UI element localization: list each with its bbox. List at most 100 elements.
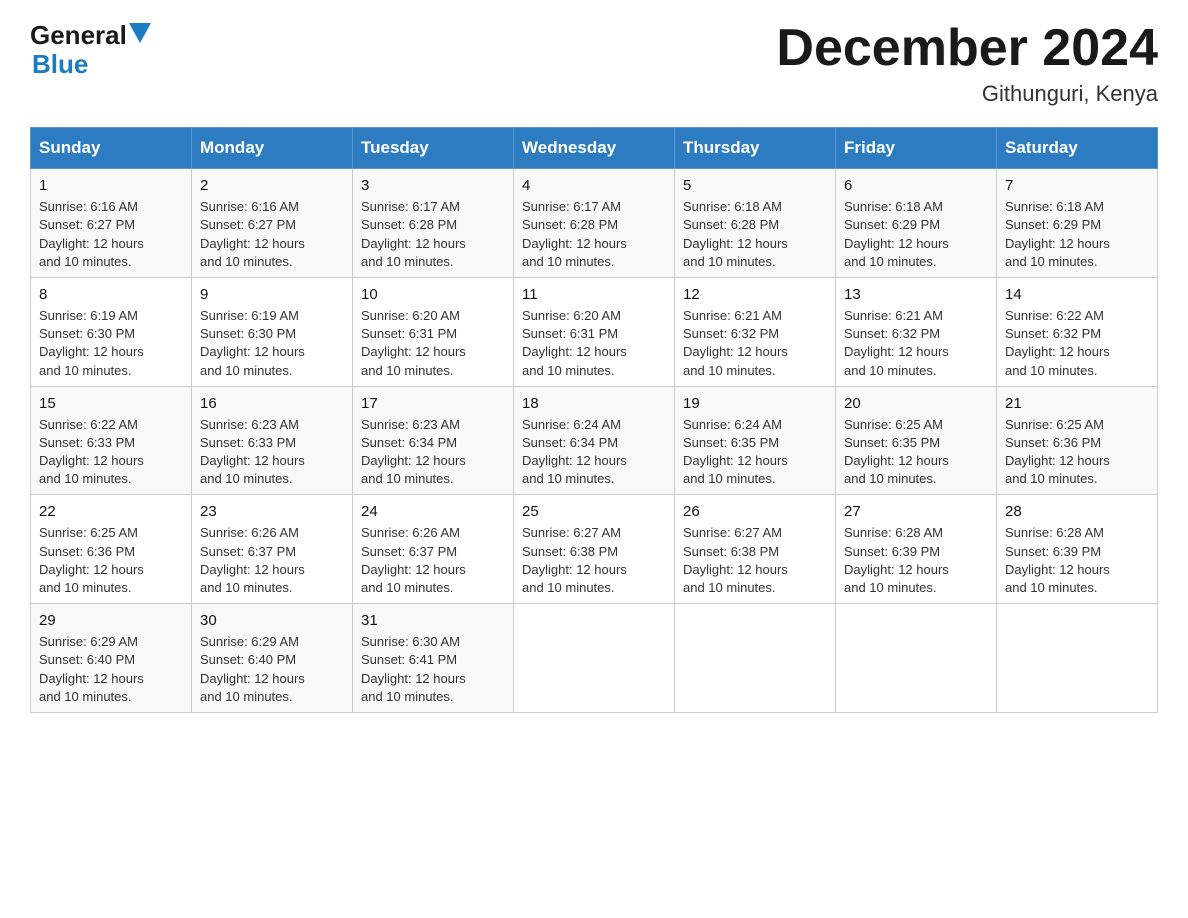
day-number: 15 (39, 393, 183, 414)
table-row: 7 Sunrise: 6:18 AMSunset: 6:29 PMDayligh… (997, 169, 1158, 278)
day-number: 14 (1005, 284, 1149, 305)
day-number: 30 (200, 610, 344, 631)
day-number: 9 (200, 284, 344, 305)
table-row: 29 Sunrise: 6:29 AMSunset: 6:40 PMDaylig… (31, 604, 192, 713)
day-number: 28 (1005, 501, 1149, 522)
day-info: Sunrise: 6:24 AMSunset: 6:34 PMDaylight:… (522, 417, 627, 487)
col-monday: Monday (192, 128, 353, 169)
day-info: Sunrise: 6:29 AMSunset: 6:40 PMDaylight:… (200, 634, 305, 704)
calendar-header-row: Sunday Monday Tuesday Wednesday Thursday… (31, 128, 1158, 169)
day-number: 7 (1005, 175, 1149, 196)
day-number: 16 (200, 393, 344, 414)
day-info: Sunrise: 6:18 AMSunset: 6:28 PMDaylight:… (683, 199, 788, 269)
day-number: 11 (522, 284, 666, 305)
page-header: General Blue December 2024 Githunguri, K… (30, 20, 1158, 107)
day-number: 23 (200, 501, 344, 522)
day-number: 19 (683, 393, 827, 414)
table-row: 11 Sunrise: 6:20 AMSunset: 6:31 PMDaylig… (514, 277, 675, 386)
day-number: 20 (844, 393, 988, 414)
table-row (514, 604, 675, 713)
table-row: 26 Sunrise: 6:27 AMSunset: 6:38 PMDaylig… (675, 495, 836, 604)
day-info: Sunrise: 6:27 AMSunset: 6:38 PMDaylight:… (522, 525, 627, 595)
day-number: 1 (39, 175, 183, 196)
col-saturday: Saturday (997, 128, 1158, 169)
table-row: 21 Sunrise: 6:25 AMSunset: 6:36 PMDaylig… (997, 386, 1158, 495)
table-row: 4 Sunrise: 6:17 AMSunset: 6:28 PMDayligh… (514, 169, 675, 278)
day-number: 17 (361, 393, 505, 414)
day-number: 5 (683, 175, 827, 196)
col-friday: Friday (836, 128, 997, 169)
day-number: 27 (844, 501, 988, 522)
day-info: Sunrise: 6:20 AMSunset: 6:31 PMDaylight:… (522, 308, 627, 378)
day-info: Sunrise: 6:25 AMSunset: 6:35 PMDaylight:… (844, 417, 949, 487)
day-number: 18 (522, 393, 666, 414)
table-row: 20 Sunrise: 6:25 AMSunset: 6:35 PMDaylig… (836, 386, 997, 495)
table-row: 9 Sunrise: 6:19 AMSunset: 6:30 PMDayligh… (192, 277, 353, 386)
day-info: Sunrise: 6:26 AMSunset: 6:37 PMDaylight:… (200, 525, 305, 595)
day-info: Sunrise: 6:23 AMSunset: 6:34 PMDaylight:… (361, 417, 466, 487)
day-info: Sunrise: 6:25 AMSunset: 6:36 PMDaylight:… (1005, 417, 1110, 487)
day-info: Sunrise: 6:16 AMSunset: 6:27 PMDaylight:… (200, 199, 305, 269)
day-info: Sunrise: 6:25 AMSunset: 6:36 PMDaylight:… (39, 525, 144, 595)
table-row: 1 Sunrise: 6:16 AMSunset: 6:27 PMDayligh… (31, 169, 192, 278)
col-tuesday: Tuesday (353, 128, 514, 169)
day-info: Sunrise: 6:19 AMSunset: 6:30 PMDaylight:… (200, 308, 305, 378)
logo-triangle-icon (129, 23, 151, 43)
col-thursday: Thursday (675, 128, 836, 169)
col-wednesday: Wednesday (514, 128, 675, 169)
day-number: 22 (39, 501, 183, 522)
logo-blue-text: Blue (30, 51, 151, 77)
day-info: Sunrise: 6:24 AMSunset: 6:35 PMDaylight:… (683, 417, 788, 487)
day-number: 13 (844, 284, 988, 305)
day-number: 29 (39, 610, 183, 631)
table-row: 28 Sunrise: 6:28 AMSunset: 6:39 PMDaylig… (997, 495, 1158, 604)
calendar-table: Sunday Monday Tuesday Wednesday Thursday… (30, 127, 1158, 713)
day-info: Sunrise: 6:28 AMSunset: 6:39 PMDaylight:… (844, 525, 949, 595)
logo-general-text: General (30, 20, 127, 51)
day-number: 10 (361, 284, 505, 305)
table-row: 19 Sunrise: 6:24 AMSunset: 6:35 PMDaylig… (675, 386, 836, 495)
table-row: 30 Sunrise: 6:29 AMSunset: 6:40 PMDaylig… (192, 604, 353, 713)
day-number: 26 (683, 501, 827, 522)
table-row: 8 Sunrise: 6:19 AMSunset: 6:30 PMDayligh… (31, 277, 192, 386)
day-info: Sunrise: 6:26 AMSunset: 6:37 PMDaylight:… (361, 525, 466, 595)
day-info: Sunrise: 6:18 AMSunset: 6:29 PMDaylight:… (1005, 199, 1110, 269)
day-info: Sunrise: 6:20 AMSunset: 6:31 PMDaylight:… (361, 308, 466, 378)
table-row: 3 Sunrise: 6:17 AMSunset: 6:28 PMDayligh… (353, 169, 514, 278)
day-number: 24 (361, 501, 505, 522)
table-row: 24 Sunrise: 6:26 AMSunset: 6:37 PMDaylig… (353, 495, 514, 604)
day-number: 8 (39, 284, 183, 305)
table-row: 15 Sunrise: 6:22 AMSunset: 6:33 PMDaylig… (31, 386, 192, 495)
table-row: 25 Sunrise: 6:27 AMSunset: 6:38 PMDaylig… (514, 495, 675, 604)
table-row: 16 Sunrise: 6:23 AMSunset: 6:33 PMDaylig… (192, 386, 353, 495)
table-row: 31 Sunrise: 6:30 AMSunset: 6:41 PMDaylig… (353, 604, 514, 713)
logo: General Blue (30, 20, 151, 77)
table-row: 14 Sunrise: 6:22 AMSunset: 6:32 PMDaylig… (997, 277, 1158, 386)
day-info: Sunrise: 6:16 AMSunset: 6:27 PMDaylight:… (39, 199, 144, 269)
day-info: Sunrise: 6:22 AMSunset: 6:33 PMDaylight:… (39, 417, 144, 487)
table-row (997, 604, 1158, 713)
table-row (836, 604, 997, 713)
table-row: 6 Sunrise: 6:18 AMSunset: 6:29 PMDayligh… (836, 169, 997, 278)
day-info: Sunrise: 6:19 AMSunset: 6:30 PMDaylight:… (39, 308, 144, 378)
day-number: 3 (361, 175, 505, 196)
day-number: 4 (522, 175, 666, 196)
table-row: 13 Sunrise: 6:21 AMSunset: 6:32 PMDaylig… (836, 277, 997, 386)
day-number: 21 (1005, 393, 1149, 414)
table-row: 17 Sunrise: 6:23 AMSunset: 6:34 PMDaylig… (353, 386, 514, 495)
day-info: Sunrise: 6:17 AMSunset: 6:28 PMDaylight:… (522, 199, 627, 269)
day-info: Sunrise: 6:27 AMSunset: 6:38 PMDaylight:… (683, 525, 788, 595)
day-number: 25 (522, 501, 666, 522)
table-row: 5 Sunrise: 6:18 AMSunset: 6:28 PMDayligh… (675, 169, 836, 278)
day-number: 31 (361, 610, 505, 631)
calendar-week-row: 22 Sunrise: 6:25 AMSunset: 6:36 PMDaylig… (31, 495, 1158, 604)
table-row: 12 Sunrise: 6:21 AMSunset: 6:32 PMDaylig… (675, 277, 836, 386)
day-info: Sunrise: 6:30 AMSunset: 6:41 PMDaylight:… (361, 634, 466, 704)
table-row: 10 Sunrise: 6:20 AMSunset: 6:31 PMDaylig… (353, 277, 514, 386)
calendar-week-row: 15 Sunrise: 6:22 AMSunset: 6:33 PMDaylig… (31, 386, 1158, 495)
day-info: Sunrise: 6:28 AMSunset: 6:39 PMDaylight:… (1005, 525, 1110, 595)
day-number: 2 (200, 175, 344, 196)
calendar-week-row: 1 Sunrise: 6:16 AMSunset: 6:27 PMDayligh… (31, 169, 1158, 278)
day-info: Sunrise: 6:21 AMSunset: 6:32 PMDaylight:… (844, 308, 949, 378)
day-number: 12 (683, 284, 827, 305)
